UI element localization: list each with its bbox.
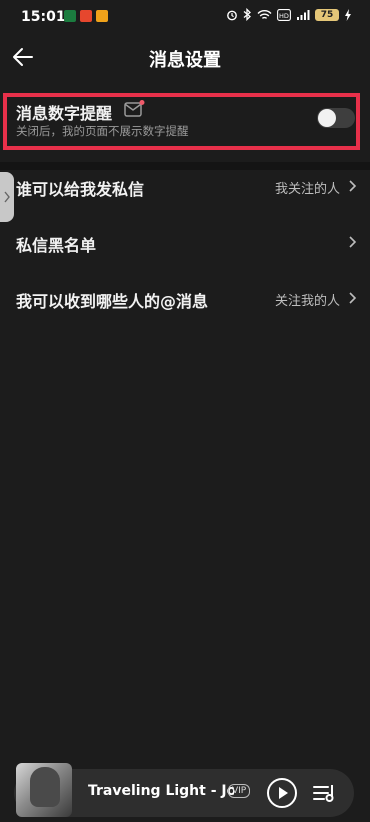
wifi-icon — [257, 9, 272, 19]
side-drawer-handle[interactable] — [0, 172, 14, 222]
svg-text:HD: HD — [279, 11, 289, 19]
chevron-right-icon — [349, 236, 357, 248]
dm-blacklist-label: 私信黑名单 — [16, 236, 97, 255]
highlight-annotation — [3, 93, 360, 150]
setting-row-dm-blacklist[interactable]: 私信黑名单 — [0, 226, 370, 272]
charging-icon — [345, 8, 351, 21]
playlist-icon[interactable] — [310, 779, 338, 807]
app-notification-icon — [80, 10, 92, 22]
chevron-right-icon — [349, 292, 357, 304]
who-can-message-value: 我关注的人 — [274, 182, 340, 197]
setting-row-who-can-message[interactable]: 谁可以给我发私信 我关注的人 — [0, 170, 370, 216]
signal-icon — [297, 9, 310, 20]
status-icons: HD 75 — [226, 8, 352, 21]
mention-from-label: 我可以收到哪些人的@消息 — [16, 292, 209, 311]
mention-from-value: 关注我的人 — [274, 294, 340, 309]
cover-art-figure — [30, 767, 60, 807]
page-title: 消息设置 — [149, 50, 221, 71]
bluetooth-icon — [243, 8, 251, 21]
app-notification-icon — [96, 10, 108, 22]
battery-indicator: 75 — [315, 8, 339, 21]
status-time: 15:01 — [21, 9, 66, 25]
section-divider — [0, 162, 370, 170]
hd-icon: HD — [277, 8, 291, 21]
vip-badge: VIP — [228, 784, 251, 798]
alarm-icon — [227, 10, 237, 20]
play-icon[interactable] — [266, 777, 298, 809]
notification-app-icons — [64, 10, 108, 22]
setting-row-mention-from[interactable]: 我可以收到哪些人的@消息 关注我的人 — [0, 282, 370, 328]
app-notification-icon — [64, 10, 76, 22]
who-can-message-label: 谁可以给我发私信 — [16, 180, 145, 199]
status-bar: 15:01 HD 75 — [0, 0, 370, 34]
song-title[interactable]: Traveling Light - Joel — [88, 783, 234, 799]
top-bar: 消息设置 — [0, 34, 370, 80]
mini-player[interactable]: Traveling Light - Joel VIP — [14, 763, 354, 817]
chevron-right-icon — [349, 180, 357, 192]
album-cover[interactable] — [16, 763, 72, 817]
chevron-right-icon — [4, 191, 10, 203]
